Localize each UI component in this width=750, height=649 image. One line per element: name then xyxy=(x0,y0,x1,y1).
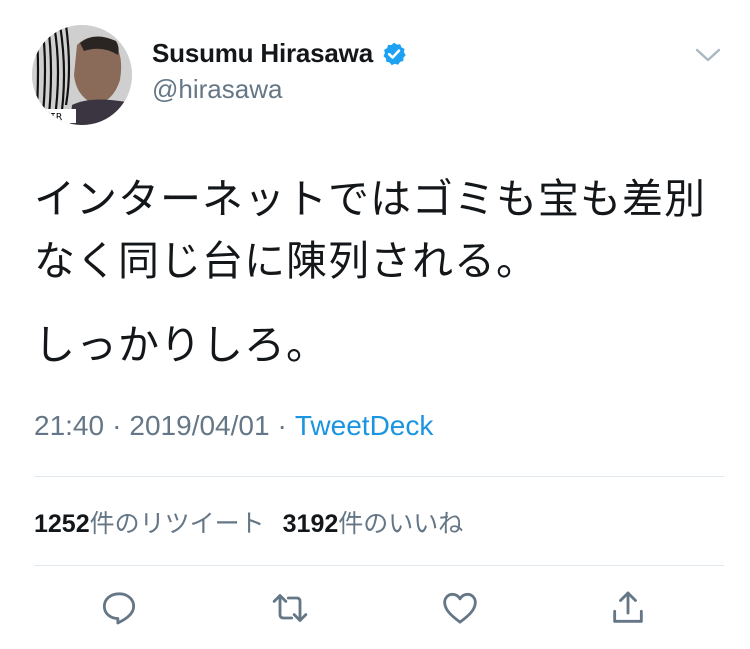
retweets-stat[interactable]: 1252 件のリツイート xyxy=(34,504,265,540)
divider xyxy=(34,565,724,566)
tweet-source-link[interactable]: TweetDeck xyxy=(295,410,434,442)
tweet-paragraph: インターネットではゴミも宝も差別なく同じ台に陳列される。 xyxy=(34,175,706,285)
retweet-button[interactable] xyxy=(268,586,312,630)
tweet-actions xyxy=(0,586,750,630)
tweet-date: 2019/04/01 xyxy=(129,410,270,441)
verified-badge-icon xyxy=(383,42,406,65)
like-icon xyxy=(443,592,477,624)
retweet-icon xyxy=(272,594,308,622)
chevron-down-icon[interactable] xyxy=(694,46,722,64)
meta-separator: · xyxy=(112,410,122,441)
share-button[interactable] xyxy=(606,586,650,630)
tweet-meta: 21:40 · 2019/04/01 · TweetDeck xyxy=(34,410,433,442)
author-name-row[interactable]: Susumu Hirasawa xyxy=(152,38,407,69)
avatar[interactable]: HIR xyxy=(32,25,132,125)
retweets-label: 件のリツイート xyxy=(89,510,265,538)
tweet-stats: 1252 件のリツイート 3192 件のいいね xyxy=(34,504,463,540)
likes-stat[interactable]: 3192 件のいいね xyxy=(283,504,464,540)
tweet-text: インターネットではゴミも宝も差別なく同じ台に陳列される。 しっかりしろ。 xyxy=(34,168,724,376)
author-display-name[interactable]: Susumu Hirasawa xyxy=(152,38,373,69)
retweets-count: 1252 xyxy=(34,510,90,538)
tweet-time: 21:40 xyxy=(34,410,105,441)
share-icon xyxy=(613,591,643,623)
avatar-image: HIR xyxy=(32,25,132,125)
tweet-paragraph: しっかりしろ。 xyxy=(34,321,328,369)
author-handle[interactable]: @hirasawa xyxy=(152,74,282,105)
avatar-text: HIR xyxy=(44,112,63,123)
reply-button[interactable] xyxy=(97,586,141,630)
meta-separator: · xyxy=(277,410,287,441)
divider xyxy=(34,476,724,477)
likes-count: 3192 xyxy=(282,510,339,538)
reply-icon xyxy=(102,592,136,625)
likes-label: 件のいいね xyxy=(338,510,464,538)
like-button[interactable] xyxy=(438,586,482,630)
